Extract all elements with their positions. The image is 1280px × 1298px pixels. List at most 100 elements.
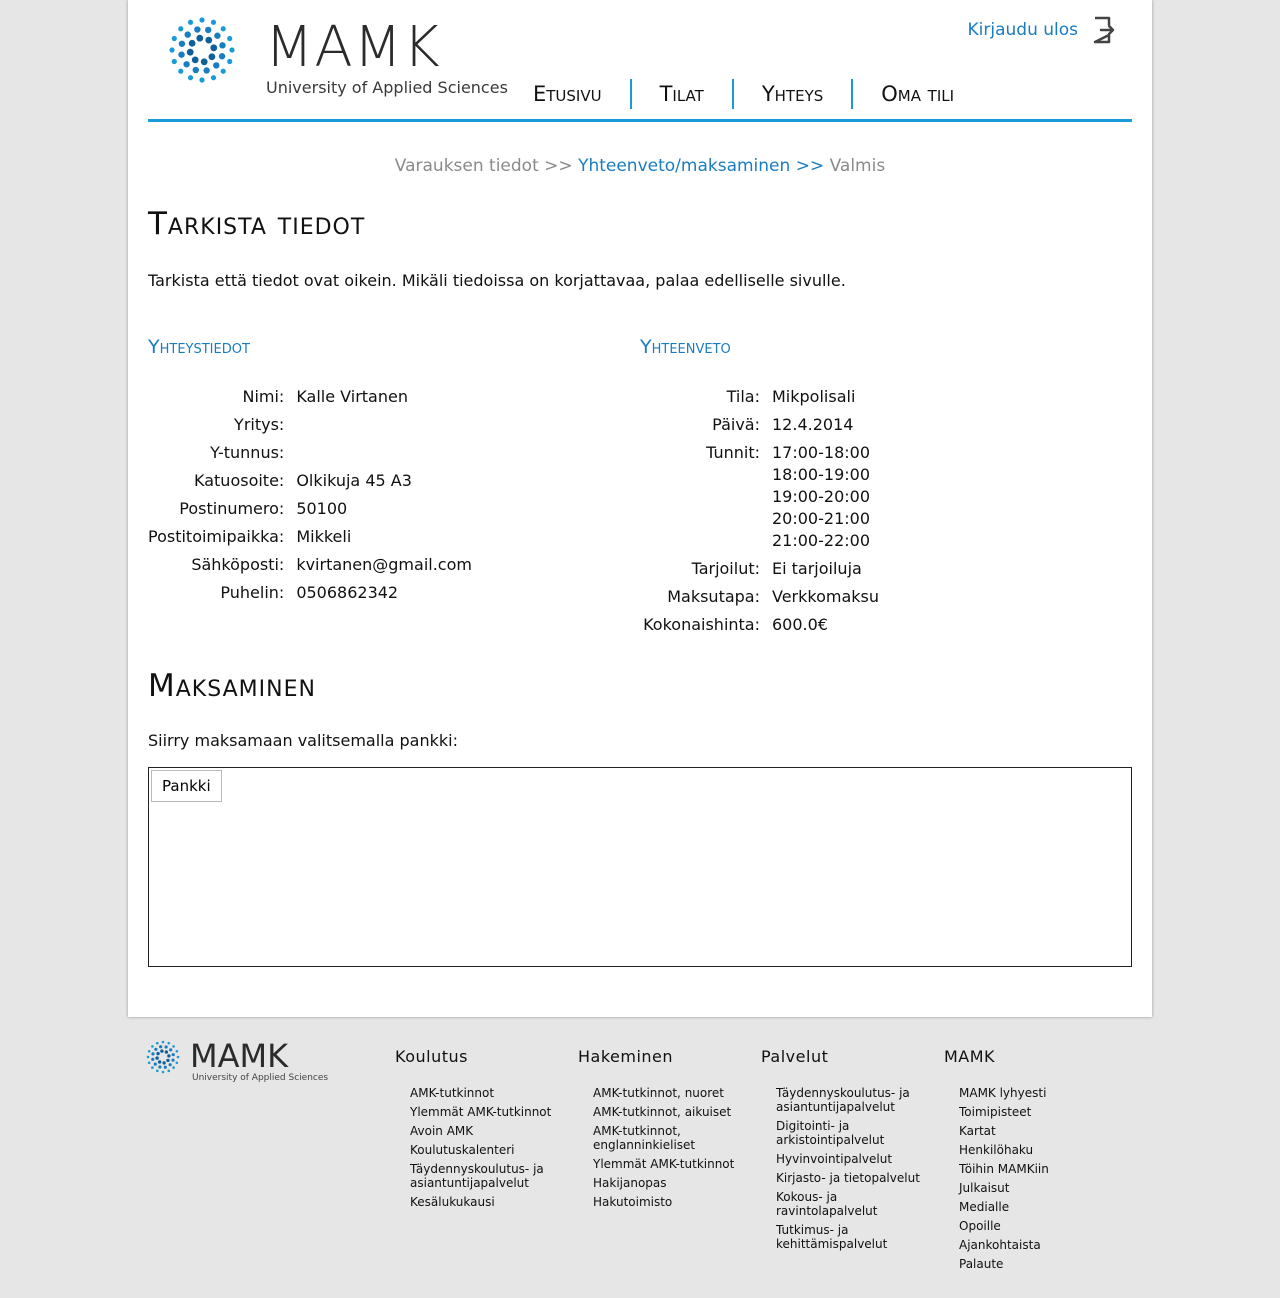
footer-link[interactable]: Hakijanopas	[593, 1176, 748, 1190]
footer-link[interactable]: Kokous- ja ravintolapalvelut	[776, 1190, 921, 1218]
footer-link[interactable]: Medialle	[959, 1200, 1114, 1214]
footer-link[interactable]: Kartat	[959, 1124, 1114, 1138]
footer-col-title: Palvelut	[761, 1047, 829, 1066]
step-separator: >>	[544, 156, 573, 176]
nav-oma-tili[interactable]: Oma tili	[853, 79, 982, 109]
footer-link[interactable]: Ylemmät AMK-tutkinnot	[410, 1105, 565, 1119]
footer-link[interactable]: Henkilöhaku	[959, 1143, 1114, 1157]
step-separator: >>	[795, 156, 825, 176]
mamk-dots-icon	[146, 1040, 180, 1074]
contact-row: Postitoimipaikka: Mikkeli	[148, 526, 472, 554]
footer-link[interactable]: Toimipisteet	[959, 1105, 1114, 1119]
logout-icon	[1093, 16, 1115, 44]
page-title: Tarkista tiedot	[148, 206, 366, 242]
summary-label: Tila:	[726, 387, 760, 406]
hour-slot: 17:00-18:00	[772, 443, 870, 462]
check-intro: Tarkista että tiedot ovat oikein. Mikäli…	[148, 271, 846, 290]
summary-row: Tila: Mikpolisali	[640, 386, 879, 414]
step-valmis: Valmis	[829, 156, 886, 176]
footer-link[interactable]: Täydennyskoulutus- ja asiantuntijapalvel…	[776, 1086, 921, 1114]
contact-row: Postinumero: 50100	[148, 498, 472, 526]
nav-tilat[interactable]: Tilat	[632, 79, 734, 109]
logo-subtitle: University of Applied Sciences	[266, 78, 508, 97]
footer-link[interactable]: Kesälukukausi	[410, 1195, 565, 1209]
summary-row: Maksutapa: Verkkomaksu	[640, 586, 879, 614]
contact-value: Kalle Virtanen	[296, 387, 408, 406]
contact-value: kvirtanen@gmail.com	[296, 555, 472, 574]
logo-text: MAMK	[265, 15, 441, 80]
footer-logo-subtitle: University of Applied Sciences	[192, 1073, 329, 1083]
footer-link[interactable]: Töihin MAMKiin	[959, 1162, 1114, 1176]
page-container: MAMK University of Applied Sciences Kirj…	[128, 0, 1152, 1017]
summary-table: Tila: Mikpolisali Päivä: 12.4.2014 Tunni…	[640, 386, 879, 642]
footer-link[interactable]: MAMK lyhyesti	[959, 1086, 1114, 1100]
footer-col-mamk: MAMK MAMK lyhyesti Toimipisteet Kartat Henk…	[944, 1047, 1114, 1276]
contact-label: Postinumero:	[179, 499, 285, 518]
footer-link[interactable]: Hyvinvointipalvelut	[776, 1152, 921, 1166]
nav-yhteys[interactable]: Yhteys	[734, 79, 854, 109]
contact-row: Yritys:	[148, 414, 472, 442]
summary-row: Tarjoilut: Ei tarjoiluja	[640, 558, 879, 586]
progress-steps: Varauksen tiedot >> Yhteenveto/maksamine…	[128, 156, 1152, 176]
summary-label: Tunnit:	[706, 443, 760, 462]
step-varauksen-tiedot: Varauksen tiedot	[394, 156, 539, 176]
logout-link[interactable]: Kirjaudu ulos	[968, 16, 1117, 44]
footer-link[interactable]: Tutkimus- ja kehittämispalvelut	[776, 1223, 921, 1251]
summary-value: Mikpolisali	[772, 387, 856, 406]
summary-label: Tarjoilut:	[691, 559, 760, 578]
contact-value: Mikkeli	[296, 527, 352, 546]
footer-link[interactable]: Ylemmät AMK-tutkinnot	[593, 1157, 748, 1171]
footer-link[interactable]: Digitointi- ja arkistointipalvelut	[776, 1119, 921, 1147]
contact-label: Sähköposti:	[191, 555, 285, 574]
nav-etusivu[interactable]: Etusivu	[533, 79, 632, 109]
footer-link[interactable]: AMK-tutkinnot, nuoret	[593, 1086, 748, 1100]
footer-link[interactable]: Täydennyskoulutus- ja asiantuntijapalvel…	[410, 1162, 565, 1190]
summary-row: Päivä: 12.4.2014	[640, 414, 879, 442]
footer-col-title: Hakeminen	[578, 1047, 674, 1066]
mamk-logo[interactable]: MAMK University of Applied Sciences	[168, 16, 508, 97]
contact-label: Katuosoite:	[194, 471, 285, 490]
contact-row: Y-tunnus:	[148, 442, 472, 470]
hour-slot: 19:00-20:00	[772, 487, 870, 506]
footer-link[interactable]: Ajankohtaista	[959, 1238, 1114, 1252]
footer-col-palvelut: Palvelut Täydennyskoulutus- ja asiantunt…	[761, 1047, 921, 1256]
footer-logo[interactable]: MAMK University of Applied Sciences	[146, 1038, 328, 1083]
summary-value: 600.0€	[772, 615, 828, 634]
contact-value: 50100	[296, 499, 348, 518]
bank-button[interactable]: Pankki	[151, 770, 222, 802]
main-nav: Etusivu Tilat Yhteys Oma tili	[533, 79, 982, 109]
payment-intro: Siirry maksamaan valitsemalla pankki:	[148, 731, 458, 750]
footer-link[interactable]: AMK-tutkinnot	[410, 1086, 565, 1100]
contact-label: Postitoimipaikka:	[148, 527, 285, 546]
footer-col-hakeminen: Hakeminen AMK-tutkinnot, nuoret AMK-tutki…	[578, 1047, 748, 1214]
footer-link[interactable]: Kirjasto- ja tietopalvelut	[776, 1171, 921, 1185]
payment-title: Maksaminen	[148, 668, 316, 704]
footer-link[interactable]: Hakutoimisto	[593, 1195, 748, 1209]
contact-label: Y-tunnus:	[210, 443, 285, 462]
footer-link[interactable]: Avoin AMK	[410, 1124, 565, 1138]
contact-row: Katuosoite: Olkikuja 45 A3	[148, 470, 472, 498]
header: MAMK University of Applied Sciences Kirj…	[148, 0, 1132, 122]
footer-link[interactable]: Koulutuskalenteri	[410, 1143, 565, 1157]
contact-label: Puhelin:	[220, 583, 285, 602]
footer-col-title: Koulutus	[395, 1047, 468, 1066]
footer-link[interactable]: Palaute	[959, 1257, 1114, 1271]
summary-heading: Yhteenveto	[640, 336, 731, 358]
summary-row: Tunnit: 17:00-18:00 18:00-19:00 19:00-20…	[640, 442, 879, 558]
footer-link[interactable]: Julkaisut	[959, 1181, 1114, 1195]
summary-value: Ei tarjoiluja	[772, 559, 862, 578]
footer-link[interactable]: AMK-tutkinnot, aikuiset	[593, 1105, 748, 1119]
hour-slot: 20:00-21:00	[772, 509, 870, 528]
footer-link[interactable]: Opoille	[959, 1219, 1114, 1233]
summary-value: Verkkomaksu	[772, 587, 880, 606]
contact-value	[296, 442, 472, 470]
summary-label: Maksutapa:	[667, 587, 760, 606]
footer-col-koulutus: Koulutus AMK-tutkinnot Ylemmät AMK-tutkin…	[395, 1047, 565, 1214]
footer-link[interactable]: AMK-tutkinnot, englanninkieliset	[593, 1124, 748, 1152]
contact-label: Yritys:	[234, 415, 285, 434]
summary-label: Päivä:	[712, 415, 760, 434]
contact-value	[296, 414, 472, 442]
contact-row: Sähköposti: kvirtanen@gmail.com	[148, 554, 472, 582]
summary-label: Kokonaishinta:	[643, 615, 760, 634]
mamk-dots-icon	[169, 17, 235, 83]
